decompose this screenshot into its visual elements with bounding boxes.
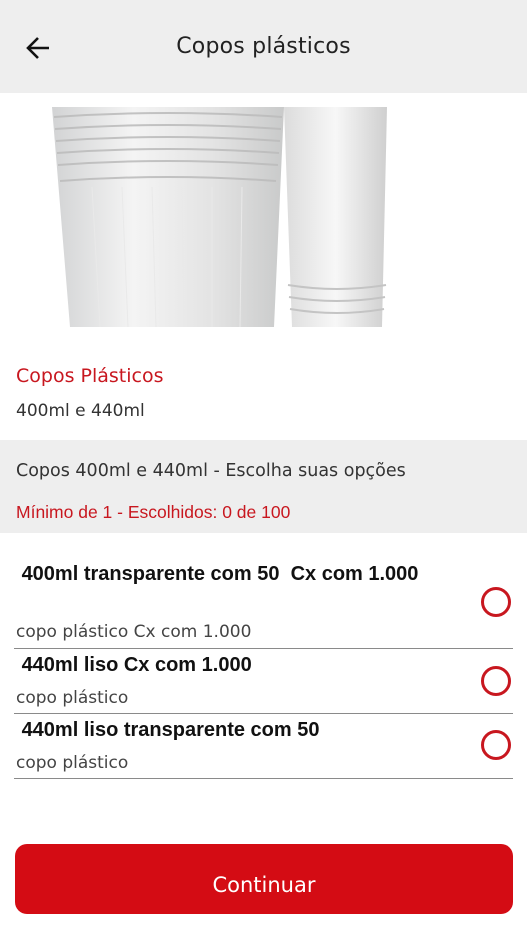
- options-section-title: Copos 400ml e 440ml - Escolha suas opçõe…: [16, 461, 406, 481]
- continue-button[interactable]: Continuar: [15, 844, 513, 914]
- top-bar: Copos plásticos: [0, 0, 527, 93]
- product-name: Copos Plásticos: [16, 365, 164, 387]
- option-subtitle: copo plástico: [16, 688, 129, 708]
- option-subtitle: copo plástico Cx com 1.000: [16, 622, 252, 642]
- option-subtitle: copo plástico: [16, 753, 129, 773]
- option-title: 440ml liso Cx com 1.000: [16, 654, 252, 676]
- option-title: 400ml transparente com 50 Cx com 1.000: [16, 563, 419, 585]
- product-image: [52, 107, 392, 328]
- page-title: Copos plásticos: [176, 34, 351, 59]
- selection-rule-text: Mínimo de 1 - Escolhidos: 0 de 100: [16, 502, 291, 522]
- option-item[interactable]: 400ml transparente com 50 Cx com 1.000 c…: [14, 560, 513, 649]
- option-title: 440ml liso transparente com 50: [16, 719, 320, 741]
- option-radio[interactable]: [481, 666, 511, 696]
- options-section-header: Copos 400ml e 440ml - Escolha suas opçõe…: [0, 440, 527, 533]
- product-description: 400ml e 440ml: [16, 401, 145, 421]
- option-radio[interactable]: [481, 730, 511, 760]
- option-radio[interactable]: [481, 587, 511, 617]
- option-item[interactable]: 440ml liso Cx com 1.000 copo plástico: [14, 651, 513, 714]
- option-item[interactable]: 440ml liso transparente com 50 copo plás…: [14, 716, 513, 779]
